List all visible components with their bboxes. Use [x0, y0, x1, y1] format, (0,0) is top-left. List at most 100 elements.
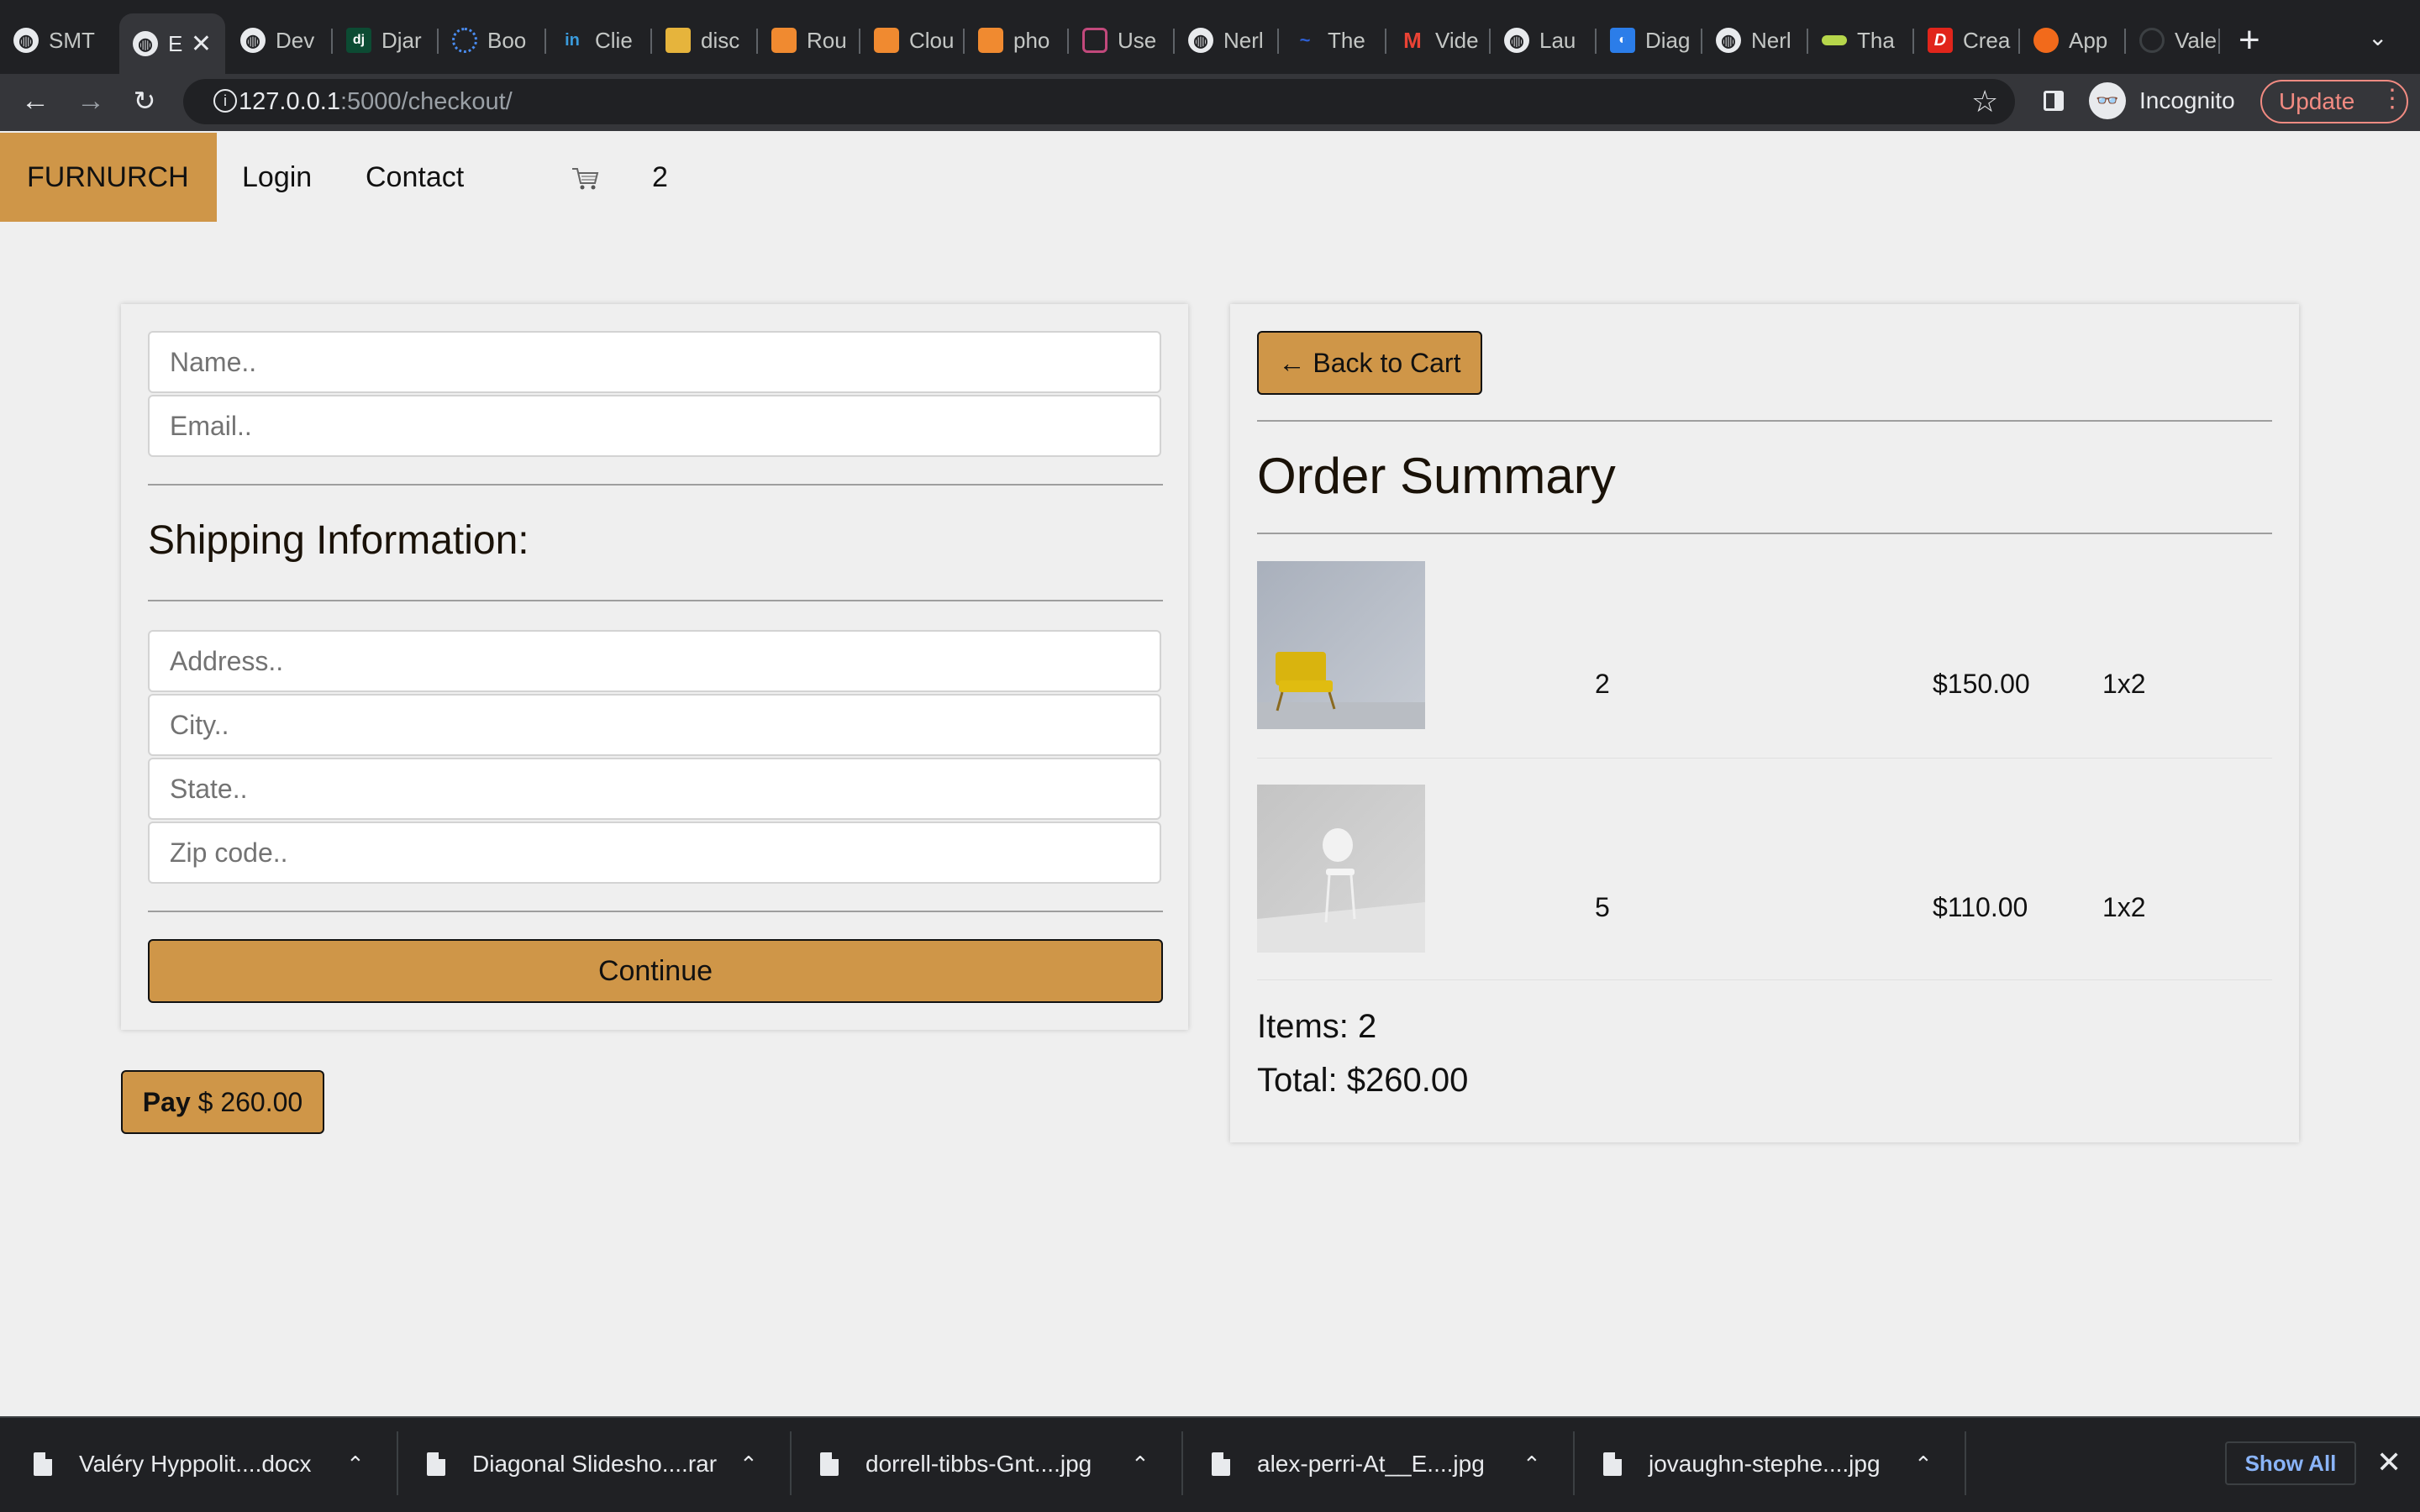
download-item[interactable]: alex-perri-At__E....jpg — [1212, 1416, 1485, 1512]
tab-6[interactable]: disc — [652, 13, 758, 67]
bookmark-star-icon[interactable]: ☆ — [1971, 84, 1998, 119]
nav-contact[interactable]: Contact — [366, 161, 464, 194]
row-divider — [1257, 758, 2272, 759]
diagram-icon: ◐ — [1610, 28, 1635, 53]
d-icon: D — [1928, 28, 1953, 53]
brand-logo[interactable]: FURNURCH — [0, 133, 217, 222]
tab-12[interactable]: ~ The — [1279, 13, 1385, 67]
brand-text: FURNURCH — [27, 161, 189, 193]
tab-16[interactable]: ◍ Nerl — [1702, 13, 1807, 67]
city-input[interactable] — [148, 694, 1161, 756]
nav-login[interactable]: Login — [242, 161, 312, 194]
row-1-quantity: 1x2 — [2102, 669, 2146, 699]
download-separator — [1181, 1431, 1183, 1495]
tab-3[interactable]: dj Djar — [333, 13, 437, 67]
divider — [148, 911, 1163, 912]
close-icon[interactable]: ✕ — [191, 29, 212, 59]
globe-icon: ◍ — [1188, 28, 1213, 53]
tab-5[interactable]: in Clie — [546, 13, 652, 67]
back-to-cart-button[interactable]: ← Back to Cart — [1257, 331, 1482, 395]
row-divider — [1257, 979, 2272, 980]
tab-8[interactable]: Clou — [860, 13, 965, 67]
order-total: Total: $260.00 — [1257, 1062, 1469, 1099]
link-icon — [1822, 35, 1847, 45]
tab-10[interactable]: Use — [1069, 13, 1173, 67]
show-all-button[interactable]: Show All — [2225, 1441, 2356, 1485]
django-icon: dj — [346, 28, 371, 53]
new-tab-button[interactable]: + — [2238, 20, 2260, 60]
url-text[interactable]: 127.0.0.1:5000/checkout/ — [239, 87, 513, 116]
tab-2[interactable]: ◍ Dev — [227, 13, 328, 67]
row-2-price: $110.00 — [1933, 892, 2028, 922]
chevron-up-icon[interactable]: ⌃ — [1914, 1452, 1933, 1478]
firefox-icon — [2033, 28, 2059, 53]
order-summary-title: Order Summary — [1257, 448, 1616, 504]
tab-0[interactable]: ◍ SMT — [0, 13, 118, 67]
loading-icon — [452, 28, 477, 53]
globe-icon: ◍ — [13, 28, 39, 53]
tab-14[interactable]: ◍ Lau — [1491, 13, 1595, 67]
row-1-col1: 2 — [1595, 669, 1610, 699]
chevron-down-icon[interactable]: ⌄ — [2368, 24, 2387, 51]
back-arrow-icon[interactable]: ← — [17, 82, 54, 119]
kebab-menu-icon[interactable]: ⋮ — [2380, 84, 2405, 113]
name-input[interactable] — [148, 331, 1161, 393]
chevron-up-icon[interactable]: ⌃ — [346, 1452, 365, 1478]
forward-arrow-icon[interactable]: → — [72, 82, 109, 119]
download-item[interactable]: jovaughn-stephe....jpg — [1603, 1416, 1881, 1512]
divider — [1257, 420, 2272, 422]
address-input[interactable] — [148, 630, 1161, 692]
image-file-icon — [820, 1452, 839, 1476]
chevron-up-icon[interactable]: ⌃ — [739, 1452, 758, 1478]
globe-icon: ◍ — [1716, 28, 1741, 53]
download-item[interactable]: dorrell-tibbs-Gnt....jpg — [820, 1416, 1092, 1512]
continue-button[interactable]: Continue — [148, 939, 1163, 1003]
cognito-icon — [1082, 28, 1107, 53]
image-file-icon — [1212, 1452, 1230, 1476]
row-2-quantity: 1x2 — [2102, 892, 2146, 922]
tab-9[interactable]: pho — [965, 13, 1069, 67]
close-icon[interactable]: ✕ — [2376, 1445, 2402, 1480]
download-item[interactable]: Valéry Hyppolit....docx — [34, 1416, 312, 1512]
tab-1-active[interactable]: ◍ E ✕ — [119, 13, 225, 74]
shipping-info-title: Shipping Information: — [148, 518, 529, 563]
tab-19[interactable]: App — [2020, 13, 2124, 67]
info-icon[interactable]: i — [213, 89, 237, 113]
tab-4[interactable]: Boo — [439, 13, 544, 67]
tab-18[interactable]: D Crea — [1914, 13, 2018, 67]
file-icon — [34, 1452, 52, 1476]
side-panel-icon[interactable] — [2044, 91, 2064, 111]
reload-icon[interactable]: ↻ — [126, 82, 163, 119]
tab-13[interactable]: M Vide — [1386, 13, 1491, 67]
pay-button[interactable]: Pay $ 260.00 — [121, 1070, 324, 1134]
email-input[interactable] — [148, 395, 1161, 457]
aws-cube-icon — [771, 28, 797, 53]
download-separator — [397, 1431, 398, 1495]
tab-20[interactable]: Vale — [2126, 13, 2228, 67]
row-1-price: $150.00 — [1933, 669, 2030, 699]
tab-separator — [2218, 29, 2220, 54]
gmail-icon: M — [1403, 27, 1422, 53]
download-separator — [1965, 1431, 1966, 1495]
chevron-up-icon[interactable]: ⌃ — [1523, 1452, 1541, 1478]
cart-icon[interactable] — [571, 166, 600, 192]
divider — [148, 600, 1163, 601]
globe-icon: ◍ — [240, 28, 266, 53]
package-icon — [666, 28, 691, 53]
zip-input[interactable] — [148, 822, 1161, 884]
incognito-icon[interactable]: 👓 — [2089, 82, 2126, 119]
tab-11[interactable]: ◍ Nerl — [1175, 13, 1279, 67]
tab-7[interactable]: Rou — [758, 13, 860, 67]
items-count: Items: 2 — [1257, 1008, 1377, 1045]
state-input[interactable] — [148, 758, 1161, 820]
chevron-up-icon[interactable]: ⌃ — [1131, 1452, 1150, 1478]
divider — [1257, 533, 2272, 534]
row-2-col1: 5 — [1595, 892, 1610, 922]
download-separator — [1573, 1431, 1575, 1495]
linkedin-icon: in — [565, 30, 580, 50]
wave-icon: ~ — [1299, 29, 1311, 50]
download-item[interactable]: Diagonal Slidesho....rar — [427, 1416, 717, 1512]
browser-tab-strip: ◍ SMT ◍ E ✕ ◍ Dev dj Djar Boo in Clie di… — [0, 0, 2420, 74]
tab-15[interactable]: ◐ Diag — [1597, 13, 1702, 67]
tab-17[interactable]: Tha — [1808, 13, 1912, 67]
